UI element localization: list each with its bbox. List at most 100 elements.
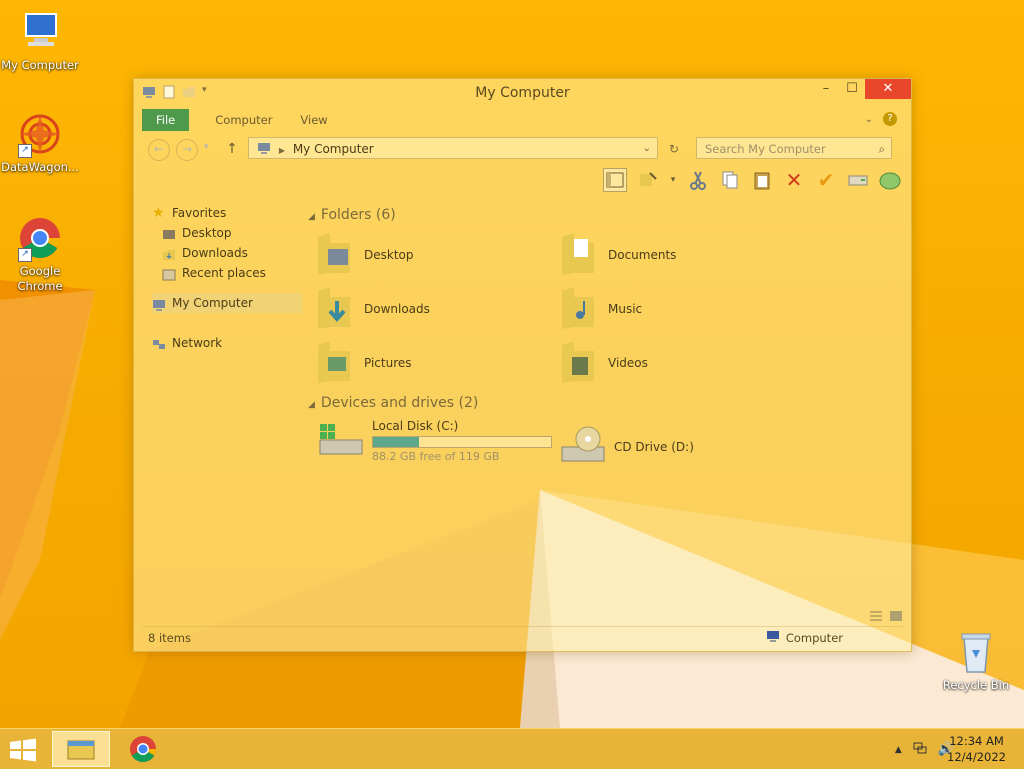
recent-locations-icon[interactable]: ▾ [204, 142, 209, 152]
globe-icon[interactable] [879, 169, 901, 191]
folder-pictures[interactable]: Pictures [316, 339, 556, 387]
network-icon [152, 337, 166, 349]
desktop-icon-my-computer[interactable]: My Computer [0, 8, 80, 73]
nav-label: Network [172, 336, 223, 350]
large-icons-view-icon[interactable] [889, 610, 903, 625]
nav-label: My Computer [172, 296, 253, 310]
dropdown-icon[interactable]: ▾ [669, 169, 677, 191]
close-button[interactable]: ✕ [865, 79, 911, 99]
search-input[interactable]: Search My Computer ⌕ [696, 137, 892, 159]
chevron-right-icon[interactable]: ▶ [279, 146, 285, 155]
details-view-icon[interactable] [869, 610, 883, 625]
copy-icon[interactable] [719, 169, 741, 191]
folder-videos[interactable]: Videos [560, 339, 800, 387]
datawagon-icon: ↗ [16, 110, 64, 158]
command-toolbar: ▾ ✕ ✔ [603, 168, 901, 192]
drive-local-disk-c[interactable]: Local Disk (C:) 88.2 GB free of 119 GB [318, 419, 552, 463]
drive-icon[interactable] [847, 169, 869, 191]
drive-name: Local Disk (C:) [372, 419, 459, 433]
back-button[interactable]: ← [148, 139, 170, 161]
nav-item-network[interactable]: Network [152, 333, 302, 353]
nav-item-downloads[interactable]: Downloads [152, 243, 302, 263]
desktop: My Computer ↗ DataWagon... ↗ Google Chro… [0, 0, 1024, 728]
devices-group-header[interactable]: ◢ Devices and drives (2) [308, 395, 478, 411]
system-tray: ▲ 🔊 [895, 741, 954, 758]
desktop-icon-datawagon[interactable]: ↗ DataWagon... [0, 110, 80, 175]
nav-favorites[interactable]: ★ Favorites [152, 203, 302, 223]
computer-small-icon [152, 297, 166, 311]
drive-usage-bar [372, 436, 552, 448]
help-icon[interactable]: ? [883, 112, 897, 126]
collapse-caret-icon: ◢ [308, 400, 315, 410]
desktop-icon-label: Google Chrome [17, 264, 63, 293]
search-icon: ⌕ [878, 142, 885, 156]
folder-label: Music [608, 302, 643, 316]
chrome-icon [130, 736, 157, 763]
preview-pane-icon[interactable] [603, 168, 627, 192]
tab-file[interactable]: File [142, 109, 190, 131]
folder-label: Documents [608, 248, 677, 262]
group-header-label: Folders (6) [320, 207, 396, 223]
nav-label: Downloads [182, 246, 248, 260]
network-tray-icon[interactable] [912, 741, 928, 758]
address-row: ← → ▾ ↑ ▶ My Computer ⌄ ↻ Search My Comp… [142, 137, 903, 161]
nav-label: Recent places [182, 266, 266, 280]
search-placeholder: Search My Computer [705, 142, 826, 156]
folder-music[interactable]: Music [560, 285, 800, 333]
computer-icon [16, 8, 64, 56]
title-bar[interactable]: ▾ My Computer – ☐ ✕ [134, 79, 911, 107]
desktop-icon-label: My Computer [1, 58, 79, 72]
drive-cd-d[interactable]: CD Drive (D:) [560, 425, 694, 468]
desktop-folder-icon [316, 231, 352, 280]
checkmark-icon[interactable]: ✔ [815, 168, 837, 192]
nav-item-desktop[interactable]: Desktop [152, 223, 302, 243]
taskbar-chrome[interactable] [114, 731, 172, 767]
ribbon-tabs: File Computer View ⌄ ? [142, 109, 903, 131]
videos-folder-icon [560, 339, 596, 388]
chrome-icon: ↗ [16, 214, 64, 262]
tab-view[interactable]: View [286, 109, 341, 131]
view-switcher [869, 610, 903, 625]
documents-folder-icon [560, 231, 596, 280]
rename-icon[interactable] [637, 169, 659, 191]
maximize-button[interactable]: ☐ [839, 79, 865, 99]
computer-small-icon [766, 627, 780, 649]
expand-ribbon-icon[interactable]: ⌄ [865, 114, 873, 125]
folder-label: Videos [608, 356, 648, 370]
desktop-icon-label: Recycle Bin [942, 678, 1010, 692]
folder-downloads[interactable]: Downloads [316, 285, 556, 333]
paste-icon[interactable] [751, 169, 773, 191]
desktop-small-icon [162, 227, 176, 239]
taskbar-file-explorer[interactable] [52, 731, 110, 767]
folders-group-header[interactable]: ◢ Folders (6) [308, 207, 396, 223]
nav-item-my-computer[interactable]: My Computer [152, 293, 302, 313]
folder-documents[interactable]: Documents [560, 231, 800, 279]
desktop-icon-chrome[interactable]: ↗ Google Chrome [0, 214, 80, 294]
start-button[interactable] [8, 737, 38, 763]
clock[interactable]: 12:34 AM 12/4/2022 [947, 733, 1006, 765]
cut-icon[interactable] [687, 169, 709, 191]
show-hidden-icons-icon[interactable]: ▲ [895, 745, 902, 755]
windows-logo-icon [10, 738, 36, 762]
clock-time: 12:34 AM [949, 734, 1004, 748]
address-bar[interactable]: ▶ My Computer ⌄ [248, 137, 658, 159]
recent-places-icon [162, 267, 176, 281]
minimize-button[interactable]: – [813, 79, 839, 99]
collapse-caret-icon: ◢ [308, 212, 315, 222]
folder-label: Downloads [364, 302, 430, 316]
folder-desktop[interactable]: Desktop [316, 231, 556, 279]
up-button[interactable]: ↑ [222, 139, 242, 159]
desktop-icon-label: DataWagon... [1, 160, 79, 174]
computer-small-icon [257, 139, 271, 161]
refresh-icon[interactable]: ↻ [664, 139, 684, 159]
delete-icon[interactable]: ✕ [783, 168, 805, 192]
navigation-pane: ★ Favorites Desktop Downloads Recent pla… [152, 203, 302, 353]
tab-computer[interactable]: Computer [201, 109, 286, 131]
nav-item-recent-places[interactable]: Recent places [152, 263, 302, 283]
forward-button[interactable]: → [176, 139, 198, 161]
file-explorer-icon [67, 740, 95, 760]
cd-drive-icon [560, 425, 606, 468]
address-dropdown-icon[interactable]: ⌄ [643, 138, 651, 160]
downloads-folder-icon [316, 285, 352, 334]
desktop-icon-recycle-bin[interactable]: Recycle Bin [936, 628, 1016, 693]
